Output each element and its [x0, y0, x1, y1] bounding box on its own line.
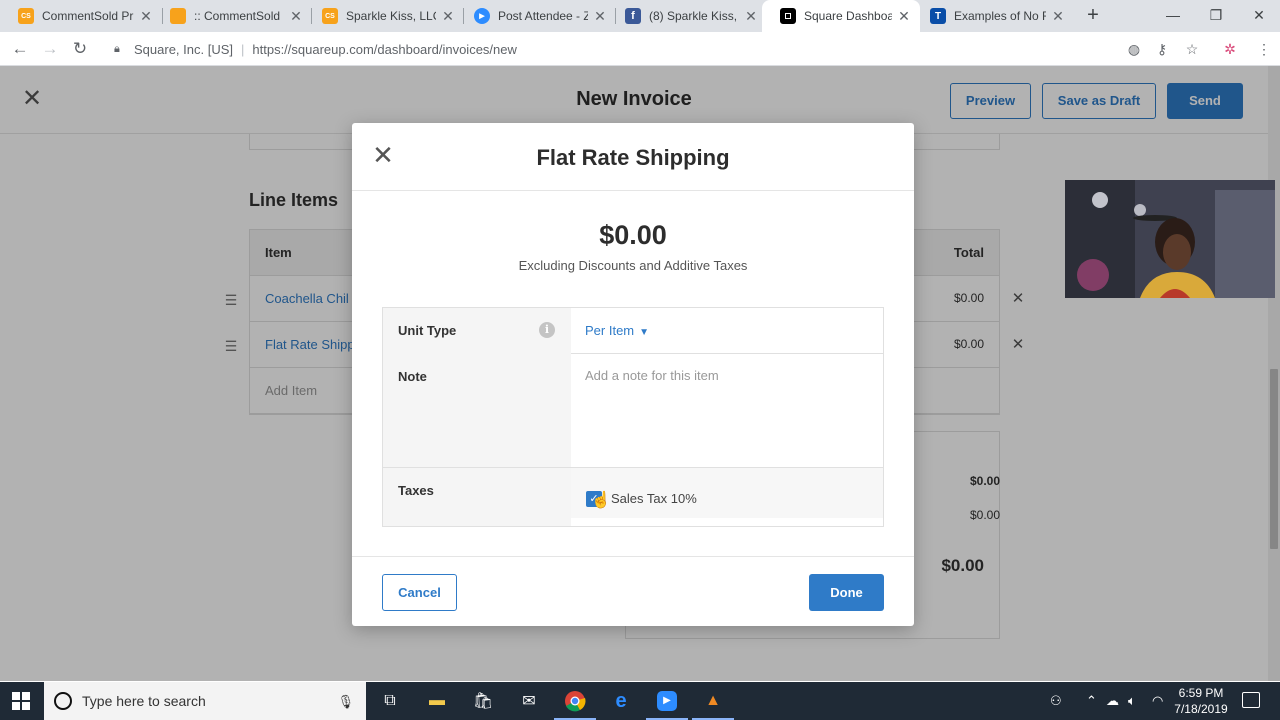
url-text: https://squareup.com/dashboard/invoices/… — [252, 41, 517, 57]
unit-type-label: Unit Type — [398, 323, 457, 338]
divider — [352, 556, 914, 557]
forward-arrow-icon[interactable]: → — [38, 37, 62, 61]
item-price: $0.00 — [599, 220, 667, 250]
note-input[interactable] — [571, 354, 883, 467]
tab-title: Post Attendee - Z — [498, 9, 588, 23]
zoom-app-icon[interactable]: ▶ — [646, 688, 688, 720]
key-icon[interactable]: ⚷ — [1152, 39, 1172, 59]
bookmark-star-icon[interactable]: ☆ — [1182, 39, 1202, 59]
zoom-icon: ▶ — [474, 8, 490, 24]
store-icon[interactable]: 🛍︎ — [470, 688, 496, 714]
volume-icon[interactable]: 🔈︎ — [1128, 693, 1136, 709]
file-explorer-icon[interactable]: ▬ — [424, 688, 450, 714]
browser-tab[interactable]: f (8) Sparkle Kiss, LL ✕ — [607, 0, 767, 32]
tab-close-icon[interactable]: ✕ — [288, 8, 304, 24]
edge-icon[interactable]: e — [608, 688, 634, 714]
tab-title: CommentSold Pri — [42, 9, 134, 23]
tab-close-icon[interactable]: ✕ — [1050, 8, 1066, 24]
taskbar-clock[interactable]: 6:59 PM 7/18/2019 — [1170, 685, 1232, 717]
unit-type-value: Per Item — [585, 323, 635, 338]
microphone-icon[interactable]: 🎙︎ — [337, 694, 354, 710]
tab-title: Examples of No R — [954, 9, 1046, 23]
back-arrow-icon[interactable]: ← — [8, 37, 32, 61]
people-icon[interactable]: ⚇ — [1050, 693, 1062, 709]
omnibox-separator: | — [241, 41, 245, 57]
chrome-icon[interactable] — [554, 688, 596, 720]
cookie-blocked-icon[interactable]: ◍ — [1124, 39, 1144, 59]
browser-tab[interactable]: :: CommentSold :: ✕ — [152, 0, 312, 32]
address-bar[interactable]: 🔒︎ Square, Inc. [US] | https://squareup.… — [104, 36, 1114, 62]
chat-bubble-icon — [170, 8, 186, 24]
chevron-down-icon: ▼ — [639, 327, 650, 338]
action-center-icon[interactable] — [1242, 692, 1260, 708]
price-subtitle: Excluding Discounts and Additive Taxes — [518, 258, 748, 273]
tab-close-icon[interactable]: ✕ — [440, 8, 456, 24]
tab-close-icon[interactable]: ✕ — [896, 8, 912, 24]
unit-type-select[interactable]: Per Item ▼ — [585, 323, 649, 338]
done-button[interactable]: Done — [809, 574, 884, 611]
note-label: Note — [398, 369, 427, 384]
taxes-label: Taxes — [398, 483, 434, 498]
divider — [352, 190, 914, 191]
commentsold-icon: CS — [18, 8, 34, 24]
task-view-icon[interactable]: ⧉ — [377, 688, 403, 714]
browser-tab[interactable]: CS Sparkle Kiss, LLC. ✕ — [304, 0, 464, 32]
browser-tab[interactable]: ▶ Post Attendee - Z ✕ — [456, 0, 616, 32]
modal-title: Flat Rate Shipping — [536, 145, 730, 170]
clock-time: 6:59 PM — [1178, 686, 1224, 700]
tab-close-icon[interactable]: ✕ — [743, 8, 759, 24]
tab-title: (8) Sparkle Kiss, LL — [649, 9, 739, 23]
browser-toolbar: ← → ↻ 🔒︎ Square, Inc. [US] | https://squ… — [0, 32, 1280, 66]
tab-title: :: CommentSold :: — [194, 9, 284, 23]
wifi-icon[interactable]: ◠ — [1152, 693, 1163, 709]
facebook-icon: f — [625, 8, 641, 24]
tab-close-icon[interactable]: ✕ — [592, 8, 608, 24]
item-details-form: Unit Type i Per Item ▼ Note Taxes ✓ Sales… — [382, 307, 884, 527]
minimize-icon[interactable]: — — [1151, 0, 1195, 32]
tax-option-row[interactable]: ✓ Sales Tax 10% — [571, 468, 883, 518]
window-close-icon[interactable]: ✕ — [1237, 0, 1280, 32]
search-placeholder: Type here to search — [82, 693, 206, 709]
browser-tab-strip: CS CommentSold Pri ✕ :: CommentSold :: ✕… — [0, 0, 1280, 32]
hand-cursor-icon: ☝ — [591, 492, 611, 509]
browser-tab-active[interactable]: Square Dashboard ✕ — [762, 0, 920, 32]
extension-icon[interactable]: ✲ — [1220, 39, 1240, 59]
cortana-icon — [54, 692, 72, 710]
info-icon[interactable]: i — [539, 322, 555, 338]
cancel-button[interactable]: Cancel — [382, 574, 457, 611]
taskbar-search-box[interactable]: Type here to search 🎙︎ — [44, 682, 366, 720]
windows-taskbar: Type here to search 🎙︎ ⧉ ▬ 🛍︎ ✉ e ▶ ▲ ⚇ … — [0, 682, 1280, 720]
browser-tab[interactable]: CS CommentSold Pri ✕ — [0, 0, 162, 32]
commentsold-icon: CS — [322, 8, 338, 24]
tab-title: Square Dashboard — [804, 9, 892, 23]
new-tab-button[interactable]: + — [1082, 4, 1104, 26]
square-icon — [780, 8, 796, 24]
restore-icon[interactable]: ❐ — [1194, 0, 1238, 32]
tax-option-label: Sales Tax 10% — [611, 491, 697, 506]
clock-date: 7/18/2019 — [1174, 702, 1228, 716]
menu-dots-icon[interactable]: ⋮ — [1254, 39, 1274, 59]
site-identity: Square, Inc. [US] — [134, 41, 233, 57]
windows-start-icon[interactable] — [12, 692, 30, 710]
mail-icon[interactable]: ✉ — [516, 688, 542, 714]
tray-chevron-up-icon[interactable]: ⌃ — [1086, 693, 1097, 709]
item-edit-modal: ✕ Flat Rate Shipping $0.00 Excluding Dis… — [352, 123, 914, 626]
tab-title: Sparkle Kiss, LLC. — [346, 9, 436, 23]
webcam-video-overlay — [1065, 180, 1275, 298]
reload-icon[interactable]: ↻ — [68, 37, 92, 61]
onedrive-icon[interactable]: ☁ — [1106, 693, 1119, 709]
vlc-icon[interactable]: ▲ — [692, 688, 734, 720]
browser-tab[interactable]: T Examples of No R ✕ — [912, 0, 1074, 32]
webcam-feed-image — [1065, 180, 1275, 298]
lock-icon: 🔒︎ — [114, 42, 120, 55]
t-icon: T — [930, 8, 946, 24]
